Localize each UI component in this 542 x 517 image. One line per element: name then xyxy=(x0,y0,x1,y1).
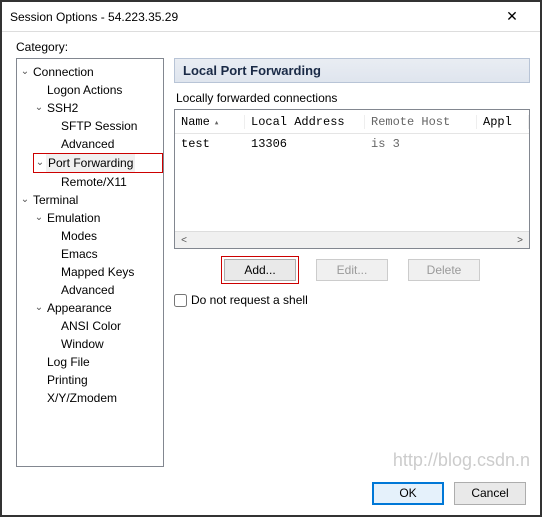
column-name[interactable]: Name ▴ xyxy=(175,115,245,129)
tree-item-ssh2[interactable]: ⌄SSH2 xyxy=(33,99,163,117)
window-title: Session Options - 54.223.35.29 xyxy=(10,10,492,24)
tree-label: Logon Actions xyxy=(45,81,124,99)
column-application[interactable]: Appl xyxy=(477,115,529,129)
category-tree[interactable]: ⌄Connection Logon Actions ⌄SSH2 SFTP Ses… xyxy=(16,58,164,467)
tree-label: Emacs xyxy=(59,245,100,263)
no-shell-checkbox[interactable] xyxy=(174,294,187,307)
scroll-left-icon[interactable]: < xyxy=(177,235,191,246)
tree-label: SSH2 xyxy=(45,99,80,117)
horizontal-scrollbar[interactable]: < > xyxy=(175,231,529,248)
group-label: Locally forwarded connections xyxy=(176,91,530,105)
button-label: Delete xyxy=(427,263,462,277)
checkbox-label: Do not request a shell xyxy=(191,293,308,307)
list-header: Name ▴ Local Address Remote Host Appl xyxy=(175,110,529,134)
tree-item-remote-x11[interactable]: Remote/X11 xyxy=(47,173,163,191)
tree-item-modes[interactable]: Modes xyxy=(47,227,163,245)
tree-item-ansi-color[interactable]: ANSI Color xyxy=(47,317,163,335)
column-label: Appl xyxy=(483,115,512,129)
tree-label: Printing xyxy=(45,371,90,389)
category-label: Category: xyxy=(16,40,530,54)
column-remote-host[interactable]: Remote Host xyxy=(365,115,477,129)
tree-item-connection[interactable]: ⌄Connection xyxy=(19,63,163,81)
button-label: Edit... xyxy=(337,263,368,277)
sort-asc-icon: ▴ xyxy=(214,118,219,128)
column-local-address[interactable]: Local Address xyxy=(245,115,365,129)
chevron-down-icon: ⌄ xyxy=(34,154,46,172)
tree-label: Appearance xyxy=(45,299,114,317)
close-button[interactable]: ✕ xyxy=(492,3,532,31)
tree-item-emacs[interactable]: Emacs xyxy=(47,245,163,263)
button-label: Add... xyxy=(244,263,275,277)
chevron-down-icon: ⌄ xyxy=(19,191,31,209)
tree-label: ANSI Color xyxy=(59,317,123,335)
tree-label: SFTP Session xyxy=(59,117,139,135)
panel-header: Local Port Forwarding xyxy=(174,58,530,83)
tree-item-advanced-2[interactable]: Advanced xyxy=(47,281,163,299)
button-label: Cancel xyxy=(471,486,508,500)
table-row[interactable]: test 13306 is 3 xyxy=(175,134,529,154)
tree-item-appearance[interactable]: ⌄Appearance xyxy=(33,299,163,317)
add-button[interactable]: Add... xyxy=(224,259,296,281)
tree-item-advanced[interactable]: Advanced xyxy=(47,135,163,153)
connections-list[interactable]: Name ▴ Local Address Remote Host Appl tes… xyxy=(174,109,530,249)
tree-label: Modes xyxy=(59,227,99,245)
tree-item-window[interactable]: Window xyxy=(47,335,163,353)
tree-label: Mapped Keys xyxy=(59,263,136,281)
ok-button[interactable]: OK xyxy=(372,482,444,505)
tree-item-printing[interactable]: Printing xyxy=(33,371,163,389)
chevron-down-icon: ⌄ xyxy=(33,299,45,317)
scroll-right-icon[interactable]: > xyxy=(513,235,527,246)
chevron-down-icon: ⌄ xyxy=(33,209,45,227)
tree-item-port-forwarding[interactable]: ⌄Port Forwarding xyxy=(33,153,163,173)
edit-button: Edit... xyxy=(316,259,388,281)
tree-label: Log File xyxy=(45,353,92,371)
close-icon: ✕ xyxy=(506,8,518,25)
column-label: Name xyxy=(181,115,210,129)
tree-label: Port Forwarding xyxy=(46,154,135,172)
cell-remote: is 3 xyxy=(365,137,477,151)
tree-label: Remote/X11 xyxy=(59,173,129,191)
cell-local: 13306 xyxy=(245,137,365,151)
tree-item-logon-actions[interactable]: Logon Actions xyxy=(33,81,163,99)
button-label: OK xyxy=(399,486,416,500)
tree-item-xyzmodem[interactable]: X/Y/Zmodem xyxy=(33,389,163,407)
chevron-down-icon: ⌄ xyxy=(19,63,31,81)
cell-name: test xyxy=(175,137,245,151)
tree-label: Advanced xyxy=(59,135,116,153)
column-label: Local Address xyxy=(251,115,345,129)
chevron-down-icon: ⌄ xyxy=(33,99,45,117)
column-label: Remote Host xyxy=(371,115,450,129)
cancel-button[interactable]: Cancel xyxy=(454,482,526,505)
delete-button: Delete xyxy=(408,259,480,281)
tree-item-terminal[interactable]: ⌄Terminal xyxy=(19,191,163,209)
tree-label: Connection xyxy=(31,63,96,81)
button-row: Add... Edit... Delete xyxy=(174,259,530,281)
tree-label: Window xyxy=(59,335,106,353)
settings-panel: Local Port Forwarding Locally forwarded … xyxy=(174,58,530,467)
tree-label: Advanced xyxy=(59,281,116,299)
tree-label: Emulation xyxy=(45,209,102,227)
tree-label: X/Y/Zmodem xyxy=(45,389,119,407)
tree-item-sftp-session[interactable]: SFTP Session xyxy=(47,117,163,135)
dialog-footer: OK Cancel xyxy=(2,471,540,515)
title-bar: Session Options - 54.223.35.29 ✕ xyxy=(2,2,540,32)
tree-item-log-file[interactable]: Log File xyxy=(33,353,163,371)
dialog-content: Category: ⌄Connection Logon Actions ⌄SSH… xyxy=(2,32,540,471)
list-body: test 13306 is 3 xyxy=(175,134,529,154)
tree-label: Terminal xyxy=(31,191,80,209)
tree-item-emulation[interactable]: ⌄Emulation xyxy=(33,209,163,227)
no-shell-checkbox-row[interactable]: Do not request a shell xyxy=(174,293,530,307)
tree-item-mapped-keys[interactable]: Mapped Keys xyxy=(47,263,163,281)
